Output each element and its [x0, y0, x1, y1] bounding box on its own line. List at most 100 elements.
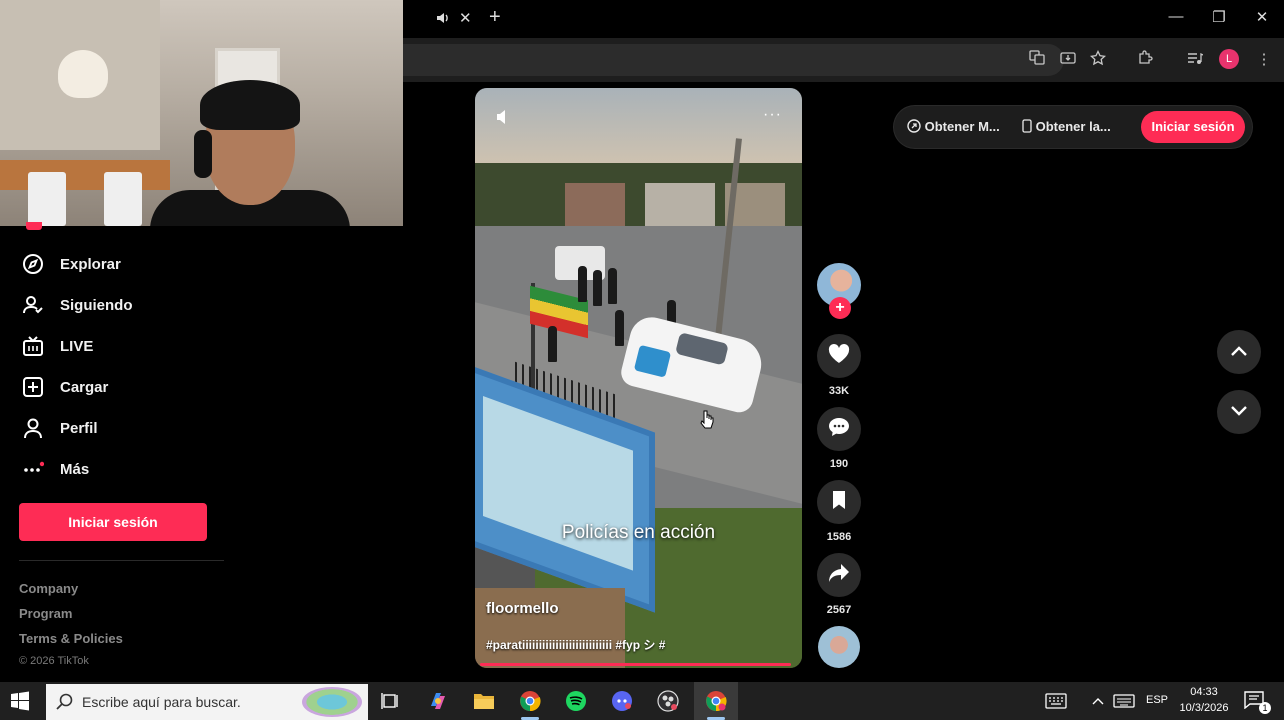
- sidebar-item-perfil[interactable]: Perfil: [22, 416, 98, 440]
- footer-link-company[interactable]: Company: [19, 581, 78, 596]
- video-house: [645, 183, 715, 228]
- media-icon[interactable]: [1184, 50, 1206, 70]
- video-house: [565, 183, 625, 228]
- install-icon[interactable]: [1057, 50, 1079, 70]
- get-app-link[interactable]: Obtener M...: [907, 119, 1000, 134]
- minimize-button[interactable]: —: [1162, 8, 1190, 25]
- video-more-button[interactable]: ···: [763, 106, 782, 124]
- star-icon[interactable]: [1087, 49, 1109, 70]
- notification-badge: 1: [1259, 702, 1271, 714]
- touch-keyboard-icon[interactable]: [1113, 693, 1135, 712]
- chrome-profile-icon[interactable]: [702, 687, 730, 715]
- browser-toolbar: L ⋮: [403, 38, 1284, 82]
- headset: [194, 130, 212, 178]
- restore-button[interactable]: ❐: [1205, 8, 1233, 26]
- save-button[interactable]: [817, 480, 861, 524]
- top-actions-pill: Obtener M... Obtener la... Iniciar sesió…: [894, 106, 1252, 148]
- obs-icon[interactable]: [654, 687, 682, 715]
- copyright: © 2026 TikTok: [19, 655, 89, 667]
- video-progress-bar[interactable]: [480, 663, 791, 666]
- sidebar-item-label: Cargar: [60, 378, 109, 396]
- next-video-button[interactable]: [1217, 390, 1261, 434]
- tab-audio-icon[interactable]: [436, 11, 450, 28]
- video-car-stripe: [633, 344, 672, 378]
- top-login-button[interactable]: Iniciar sesión: [1141, 111, 1245, 143]
- task-view-icon[interactable]: [377, 687, 405, 715]
- chevron-down-icon: [1231, 403, 1247, 421]
- webcam-chair: [28, 172, 66, 226]
- webcam-person: [150, 80, 350, 226]
- clock-date[interactable]: 10/3/2026: [1174, 702, 1234, 714]
- file-explorer-icon[interactable]: [470, 687, 498, 715]
- sidebar: Explorar Siguiendo LIVE Cargar Perfil Má…: [0, 222, 230, 681]
- chevron-up-icon: [1231, 343, 1247, 361]
- webcam-lamp: [58, 50, 108, 98]
- sidebar-item-label: LIVE: [60, 337, 94, 355]
- get-app2-label: Obtener la...: [1035, 119, 1111, 134]
- follow-button[interactable]: +: [829, 297, 851, 319]
- webcam-person-hair: [200, 80, 300, 130]
- chevron-up-tray-icon[interactable]: [1092, 693, 1104, 708]
- webcam-table: [0, 160, 170, 190]
- spotify-icon[interactable]: [562, 687, 590, 715]
- translate-icon[interactable]: [1026, 49, 1048, 69]
- get-app2-link[interactable]: Obtener la...: [1022, 119, 1111, 134]
- search-icon: [56, 693, 74, 716]
- heart-icon: [828, 343, 850, 369]
- volume-icon[interactable]: [495, 108, 513, 131]
- discord-icon[interactable]: [608, 687, 636, 715]
- compass-icon: [22, 253, 44, 275]
- video-player[interactable]: ··· Policías en acción floormello #parat…: [475, 88, 802, 668]
- video-author[interactable]: floormello: [486, 600, 559, 617]
- menu-dots-icon[interactable]: ⋮: [1253, 50, 1275, 68]
- share-arrow-icon: [828, 563, 850, 588]
- sidebar-divider: [19, 560, 224, 561]
- sidebar-item-mas[interactable]: Más: [22, 457, 89, 481]
- sidebar-item-explorar[interactable]: Explorar: [22, 252, 121, 276]
- share-count: 2567: [826, 604, 852, 616]
- live-tv-icon: [22, 335, 44, 357]
- copilot-icon[interactable]: [424, 687, 452, 715]
- chrome-icon[interactable]: [516, 687, 544, 715]
- bookmark-icon: [831, 490, 847, 515]
- keyboard-layout-icon[interactable]: [1045, 693, 1067, 712]
- sidebar-item-live[interactable]: LIVE: [22, 334, 93, 358]
- taskbar-search[interactable]: Escribe aquí para buscar.: [46, 684, 368, 720]
- video-hashtags[interactable]: #paratiiiiiiiiiiiiiiiiiiiiiiiiiii #fyp シ…: [486, 636, 665, 653]
- upload-plus-icon: [22, 376, 44, 398]
- windows-start-icon[interactable]: [10, 691, 30, 716]
- tab-close-icon[interactable]: ✕: [459, 9, 472, 27]
- video-car-window: [675, 332, 729, 366]
- browser-tab-bar: ✕ + — ❐ ✕: [403, 0, 1284, 38]
- address-bar[interactable]: [403, 44, 1064, 76]
- extensions-icon[interactable]: [1134, 50, 1156, 70]
- close-window-button[interactable]: ✕: [1248, 8, 1276, 26]
- more-dots-icon: [22, 458, 44, 480]
- like-button[interactable]: [817, 334, 861, 378]
- sidebar-item-siguiendo[interactable]: Siguiendo: [22, 293, 133, 317]
- share-button[interactable]: [817, 553, 861, 597]
- music-disc-avatar[interactable]: [818, 626, 860, 668]
- video-person: [608, 268, 617, 304]
- sidebar-login-button[interactable]: Iniciar sesión: [19, 503, 207, 541]
- comment-button[interactable]: [817, 407, 861, 451]
- person-icon: [22, 417, 44, 439]
- sidebar-item-label: Más: [60, 460, 90, 478]
- clock-time[interactable]: 04:33: [1180, 686, 1228, 698]
- search-placeholder: Escribe aquí para buscar.: [82, 694, 241, 710]
- previous-video-button[interactable]: [1217, 330, 1261, 374]
- sidebar-item-label: Explorar: [60, 255, 121, 273]
- mouse-cursor-icon: [700, 410, 714, 435]
- video-person: [548, 326, 557, 362]
- webcam-overlay: [0, 0, 403, 226]
- footer-link-terms[interactable]: Terms & Policies: [19, 631, 123, 646]
- footer-link-program[interactable]: Program: [19, 606, 72, 621]
- taskbar: Escribe aquí para buscar. ESP 04:33 10/3…: [0, 682, 1284, 720]
- video-pool-water: [483, 395, 633, 571]
- sidebar-item-cargar[interactable]: Cargar: [22, 375, 108, 399]
- language-indicator[interactable]: ESP: [1145, 694, 1169, 706]
- video-person: [615, 310, 624, 346]
- profile-avatar[interactable]: L: [1219, 49, 1239, 69]
- new-tab-button[interactable]: +: [489, 6, 501, 29]
- sidebar-item-label: Siguiendo: [60, 296, 133, 314]
